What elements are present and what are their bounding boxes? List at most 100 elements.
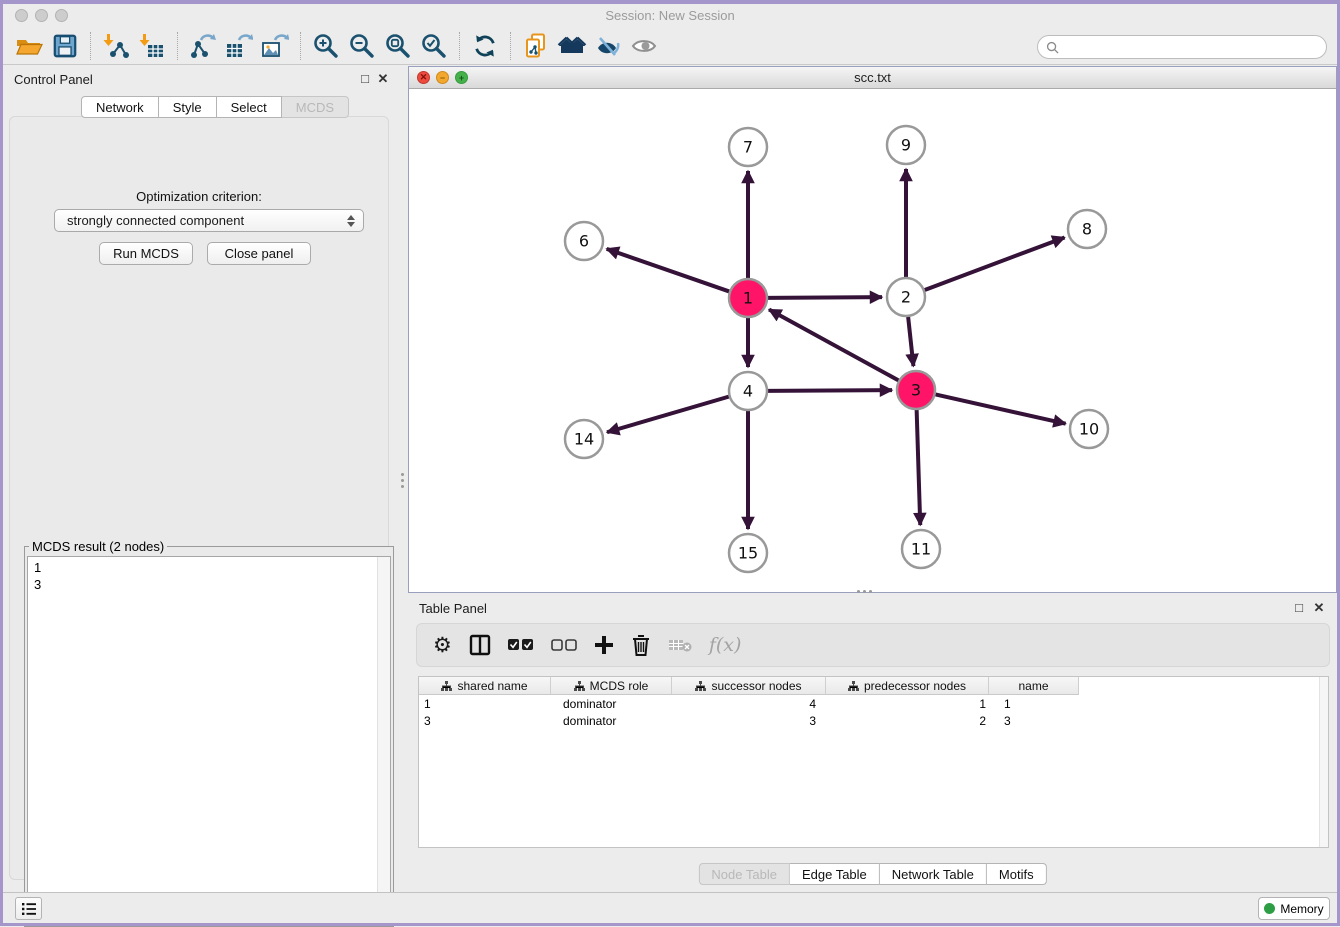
search-input[interactable] (1064, 38, 1326, 56)
column-header-MCDS-role[interactable]: MCDS role (551, 677, 672, 695)
mcds-tab-content: Optimization criterion: strongly connect… (9, 116, 389, 880)
task-history-button[interactable] (15, 897, 42, 920)
tab-node-table[interactable]: Node Table (698, 863, 790, 885)
table-cell[interactable]: 1 (989, 695, 1079, 712)
graph-edge-3-1[interactable] (769, 310, 898, 381)
tab-select[interactable]: Select (217, 96, 282, 118)
tree-icon (695, 681, 706, 691)
refresh-icon[interactable] (467, 31, 503, 61)
table-header-row: shared nameMCDS rolesuccessor nodesprede… (419, 677, 1079, 695)
toolbar-search[interactable] (1037, 35, 1327, 59)
result-scrollbar[interactable] (377, 557, 390, 923)
close-table-panel-icon[interactable]: ✕ (1311, 600, 1327, 616)
function-builder-icon[interactable]: f(x) (709, 630, 742, 660)
graph-node-label: 14 (574, 430, 594, 449)
column-header-name[interactable]: name (989, 677, 1079, 695)
network-frame-titlebar[interactable]: ✕ − + scc.txt (409, 67, 1336, 89)
export-network-icon[interactable] (185, 31, 221, 61)
import-network-icon[interactable] (98, 31, 134, 61)
graph-edge-1-2[interactable] (768, 297, 882, 298)
graph-edge-4-14[interactable] (607, 397, 729, 433)
graph-edge-1-6[interactable] (607, 249, 729, 292)
table-scrollbar[interactable] (1319, 677, 1328, 847)
table-cell[interactable]: dominator (551, 695, 672, 712)
optimization-criterion-select[interactable]: strongly connected component (54, 209, 364, 232)
network-canvas[interactable]: 1234678910111415 (409, 89, 1336, 592)
table-settings-icon[interactable]: ⚙ (433, 630, 452, 660)
tab-network[interactable]: Network (81, 96, 159, 118)
graph-node-label: 4 (743, 382, 753, 401)
tab-network-table[interactable]: Network Table (880, 863, 987, 885)
export-image-icon[interactable] (257, 31, 293, 61)
horizontal-splitter-handle[interactable] (852, 588, 876, 594)
add-row-icon[interactable] (594, 630, 614, 660)
table-row[interactable]: 3dominator323 (419, 712, 1328, 729)
tab-edge-table[interactable]: Edge Table (790, 863, 880, 885)
vertical-splitter-handle[interactable] (399, 468, 405, 492)
home-icon[interactable] (554, 31, 590, 61)
control-panel-title: Control Panel (14, 72, 93, 87)
memory-status-dot (1264, 903, 1275, 914)
zoom-in-icon[interactable] (308, 31, 344, 61)
table-panel-tabs: Node TableEdge TableNetwork TableMotifs (698, 863, 1046, 885)
open-session-icon[interactable] (11, 31, 47, 61)
deselect-all-icon[interactable] (551, 630, 577, 660)
tab-motifs[interactable]: Motifs (987, 863, 1047, 885)
column-header-predecessor-nodes[interactable]: predecessor nodes (826, 677, 989, 695)
graph-edge-3-10[interactable] (936, 394, 1066, 423)
tab-mcds[interactable]: MCDS (282, 96, 349, 118)
import-table-icon[interactable] (134, 31, 170, 61)
close-panel-button[interactable]: Close panel (207, 242, 311, 265)
graph-edge-4-3[interactable] (768, 390, 892, 391)
graph-edge-2-3[interactable] (908, 317, 913, 366)
zoom-out-icon[interactable] (344, 31, 380, 61)
table-cell[interactable]: 4 (672, 695, 826, 712)
table-cell[interactable]: 3 (672, 712, 826, 729)
graph-edge-3-11[interactable] (917, 410, 921, 525)
float-table-panel-icon[interactable]: □ (1291, 600, 1307, 615)
table-cell[interactable]: 1 (419, 695, 551, 712)
float-panel-icon[interactable]: □ (357, 71, 373, 86)
node-table: shared nameMCDS rolesuccessor nodesprede… (418, 676, 1329, 848)
memory-button[interactable]: Memory (1258, 897, 1330, 920)
zoom-selected-icon[interactable] (416, 31, 452, 61)
graph-node-label: 1 (743, 289, 753, 308)
table-cell[interactable]: dominator (551, 712, 672, 729)
search-icon (1046, 41, 1059, 54)
toolbar-separator (459, 32, 460, 60)
save-session-icon[interactable] (47, 31, 83, 61)
copy-network-document-icon[interactable] (518, 31, 554, 61)
run-mcds-button[interactable]: Run MCDS (99, 242, 193, 265)
delete-icon[interactable] (631, 630, 651, 660)
close-panel-icon[interactable]: ✕ (375, 71, 391, 87)
control-panel: Control Panel □ ✕ NetworkStyleSelectMCDS… (3, 66, 397, 892)
tab-style[interactable]: Style (159, 96, 217, 118)
zoom-fit-icon[interactable] (380, 31, 416, 61)
tree-icon (848, 681, 859, 691)
toolbar-separator (300, 32, 301, 60)
graph-node-label: 7 (743, 138, 753, 157)
toolbar-separator (90, 32, 91, 60)
column-header-successor-nodes[interactable]: successor nodes (672, 677, 826, 695)
table-toolbar: ⚙ f(x) (416, 623, 1330, 667)
mcds-result-area[interactable]: 1 3 (27, 556, 391, 924)
memory-label: Memory (1280, 902, 1323, 916)
table-cell[interactable]: 3 (419, 712, 551, 729)
table-cell[interactable]: 3 (989, 712, 1079, 729)
main-toolbar (3, 28, 1337, 65)
eye-icon[interactable] (626, 31, 662, 61)
graph-edge-2-8[interactable] (925, 237, 1065, 290)
graph-node-label: 10 (1079, 420, 1099, 439)
export-table-icon[interactable] (221, 31, 257, 61)
toggle-graphics-details-icon[interactable] (590, 31, 626, 61)
select-all-icon[interactable] (508, 630, 534, 660)
table-panel: Table Panel □ ✕ ⚙ f(x) shared nameMCDS r… (408, 595, 1337, 892)
dropdown-stepper-icon (347, 215, 355, 227)
table-cell[interactable]: 2 (826, 712, 989, 729)
column-header-shared-name[interactable]: shared name (419, 677, 551, 695)
column-view-icon[interactable] (469, 630, 491, 660)
table-cell[interactable]: 1 (826, 695, 989, 712)
table-row[interactable]: 1dominator411 (419, 695, 1328, 712)
graph-node-label: 15 (738, 544, 758, 563)
delete-column-icon[interactable] (668, 630, 692, 660)
